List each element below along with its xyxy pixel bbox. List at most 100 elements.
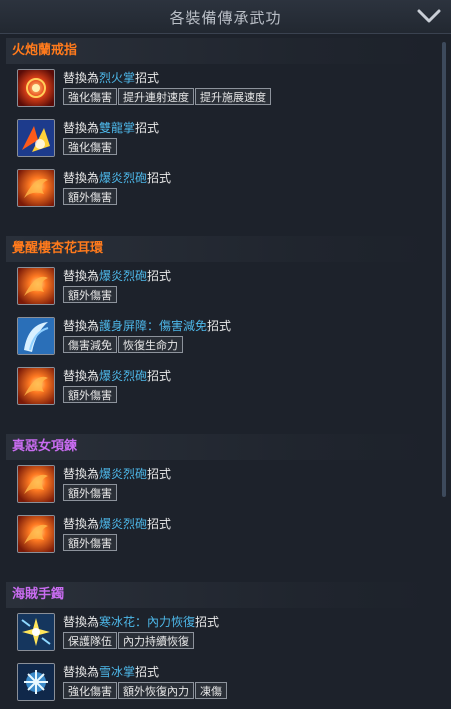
- snow-palm-icon[interactable]: [17, 663, 55, 701]
- section-body: 替換為寒冰花：內力恢復招式 保護隊伍 內力持續恢復 替換為雪冰掌招式 強化傷害 額外恢復內…: [0, 608, 437, 709]
- replace-prefix: 替換為: [63, 467, 100, 481]
- equipment-section: 火炮蘭戒指 替換為烈火掌招式 強化傷害 提升連射速度 提升施展速度 替換為雙龍掌招式 強化傷…: [0, 38, 437, 232]
- effect-tag: 額外傷害: [63, 534, 117, 551]
- replacement-text: 替換為爆炎烈砲招式: [63, 267, 171, 284]
- replace-prefix: 替換為: [63, 319, 100, 333]
- skill-name: 雪冰掌: [99, 665, 136, 679]
- replacement-text: 替換為寒冰花：內力恢復招式: [63, 613, 219, 630]
- skill-replacement-item: 替換為爆炎烈砲招式 額外傷害: [0, 168, 437, 218]
- replace-suffix: 招式: [147, 171, 172, 185]
- skill-replacement-item: 替換為爆炎烈砲招式 額外傷害: [0, 514, 437, 564]
- effect-tags: 強化傷害: [63, 136, 118, 155]
- replace-prefix: 替換為: [63, 369, 100, 383]
- replacement-text: 替換為爆炎烈砲招式: [63, 367, 171, 384]
- twin-dragon-palm-icon[interactable]: [17, 119, 55, 157]
- equipment-section: 真惡女項鍊 替換為爆炎烈砲招式 額外傷害 替換為爆炎烈砲招式 額外傷害: [0, 434, 437, 578]
- replace-suffix: 招式: [135, 121, 160, 135]
- effect-tag: 內力持續恢復: [118, 632, 194, 649]
- section-body: 替換為爆炎烈砲招式 額外傷害 替換為護身屏障：傷害減免招式 傷害減免 恢復生命力 替換為爆…: [0, 262, 437, 430]
- effect-tag: 傷害減免: [63, 336, 117, 353]
- skill-name: 爆炎烈砲: [99, 269, 148, 283]
- skill-replacement-item: 替換為護身屏障：傷害減免招式 傷害減免 恢復生命力: [0, 316, 437, 366]
- effect-tags: 強化傷害 提升連射速度 提升施展速度: [63, 86, 272, 105]
- panel-header: 各裝備傳承武功: [0, 0, 451, 34]
- fire-palm-icon[interactable]: [17, 69, 55, 107]
- replacement-text: 替換為爆炎烈砲招式: [63, 515, 171, 532]
- replacement-text: 替換為爆炎烈砲招式: [63, 465, 171, 482]
- section-title: 覺醒樓杏花耳環: [6, 236, 431, 262]
- section-body: 替換為烈火掌招式 強化傷害 提升連射速度 提升施展速度 替換為雙龍掌招式 強化傷害 替換為爆…: [0, 64, 437, 232]
- skill-name: 烈火掌: [99, 71, 136, 85]
- chevron-down-icon[interactable]: [417, 6, 441, 26]
- replace-suffix: 招式: [147, 517, 172, 531]
- section-title: 真惡女項鍊: [6, 434, 431, 460]
- flame-cannon-icon[interactable]: [17, 465, 55, 503]
- skill-name: 雙龍掌: [99, 121, 136, 135]
- effect-tag: 額外恢復內力: [118, 682, 194, 699]
- effect-tags: 傷害減免 恢復生命力: [63, 334, 184, 353]
- frost-flower-icon[interactable]: [17, 613, 55, 651]
- replace-prefix: 替換為: [63, 517, 100, 531]
- effect-tags: 額外傷害: [63, 284, 118, 303]
- effect-tag: 強化傷害: [63, 682, 117, 699]
- replace-prefix: 替換為: [63, 121, 100, 135]
- replace-suffix: 招式: [147, 467, 172, 481]
- replace-suffix: 招式: [207, 319, 232, 333]
- skill-name: 爆炎烈砲: [99, 517, 148, 531]
- effect-tag: 保護隊伍: [63, 632, 117, 649]
- replacement-text: 替換為護身屏障：傷害減免招式: [63, 317, 231, 334]
- panel-title: 各裝備傳承武功: [169, 9, 282, 27]
- replace-prefix: 替換為: [63, 269, 100, 283]
- effect-tag: 額外傷害: [63, 188, 117, 205]
- barrier-icon[interactable]: [17, 317, 55, 355]
- flame-cannon-icon[interactable]: [17, 515, 55, 553]
- replace-prefix: 替換為: [63, 171, 100, 185]
- flame-cannon-icon[interactable]: [17, 267, 55, 305]
- replacement-text: 替換為雪冰掌招式: [63, 663, 159, 680]
- section-title: 海賊手鐲: [6, 582, 431, 608]
- skill-replacement-item: 替換為爆炎烈砲招式 額外傷害: [0, 464, 437, 514]
- skill-replacement-item: 替換為爆炎烈砲招式 額外傷害: [0, 366, 437, 416]
- effect-tag: 提升連射速度: [118, 88, 194, 105]
- effect-tag: 凍傷: [195, 682, 227, 699]
- skill-name: 寒冰花：內力恢復: [99, 615, 196, 629]
- replace-suffix: 招式: [195, 615, 220, 629]
- skill-name: 護身屏障：傷害減免: [99, 319, 208, 333]
- replacement-text: 替換為爆炎烈砲招式: [63, 169, 171, 186]
- skill-replacement-item: 替換為爆炎烈砲招式 額外傷害: [0, 266, 437, 316]
- equipment-section: 覺醒樓杏花耳環 替換為爆炎烈砲招式 額外傷害 替換為護身屏障：傷害減免招式 傷害減免 恢復…: [0, 236, 437, 430]
- replace-suffix: 招式: [147, 269, 172, 283]
- replace-suffix: 招式: [135, 665, 160, 679]
- skill-replacement-item: 替換為雙龍掌招式 強化傷害: [0, 118, 437, 168]
- flame-cannon-icon[interactable]: [17, 367, 55, 405]
- effect-tags: 額外傷害: [63, 532, 118, 551]
- replacement-text: 替換為雙龍掌招式: [63, 119, 159, 136]
- replace-suffix: 招式: [147, 369, 172, 383]
- effect-tag: 提升施展速度: [195, 88, 271, 105]
- skill-replacement-item: 替換為雪冰掌招式 強化傷害 額外恢復內力 凍傷: [0, 662, 437, 709]
- effect-tags: 額外傷害: [63, 482, 118, 501]
- effect-tags: 額外傷害: [63, 186, 118, 205]
- section-title: 火炮蘭戒指: [6, 38, 431, 64]
- replacement-text: 替換為烈火掌招式: [63, 69, 159, 86]
- skill-name: 爆炎烈砲: [99, 467, 148, 481]
- replace-suffix: 招式: [135, 71, 160, 85]
- effect-tags: 額外傷害: [63, 384, 118, 403]
- skill-list: 火炮蘭戒指 替換為烈火掌招式 強化傷害 提升連射速度 提升施展速度 替換為雙龍掌招式 強化傷…: [0, 34, 437, 709]
- skill-replacement-item: 替換為烈火掌招式 強化傷害 提升連射速度 提升施展速度: [0, 68, 437, 118]
- effect-tag: 額外傷害: [63, 386, 117, 403]
- effect-tag: 恢復生命力: [118, 336, 183, 353]
- replace-prefix: 替換為: [63, 71, 100, 85]
- skill-name: 爆炎烈砲: [99, 171, 148, 185]
- effect-tag: 強化傷害: [63, 138, 117, 155]
- flame-cannon-icon[interactable]: [17, 169, 55, 207]
- effect-tag: 額外傷害: [63, 484, 117, 501]
- equipment-section: 海賊手鐲 替換為寒冰花：內力恢復招式 保護隊伍 內力持續恢復 替換為雪冰掌招式 強化傷害額…: [0, 582, 437, 709]
- replace-prefix: 替換為: [63, 615, 100, 629]
- replace-prefix: 替換為: [63, 665, 100, 679]
- skill-inheritance-panel: 各裝備傳承武功 火炮蘭戒指 替換為烈火掌招式 強化傷害 提升連射速度 提升施展速度 替換為…: [0, 0, 451, 709]
- effect-tag: 強化傷害: [63, 88, 117, 105]
- effect-tags: 強化傷害 額外恢復內力 凍傷: [63, 680, 228, 699]
- section-body: 替換為爆炎烈砲招式 額外傷害 替換為爆炎烈砲招式 額外傷害: [0, 460, 437, 578]
- scrollbar[interactable]: [442, 42, 446, 497]
